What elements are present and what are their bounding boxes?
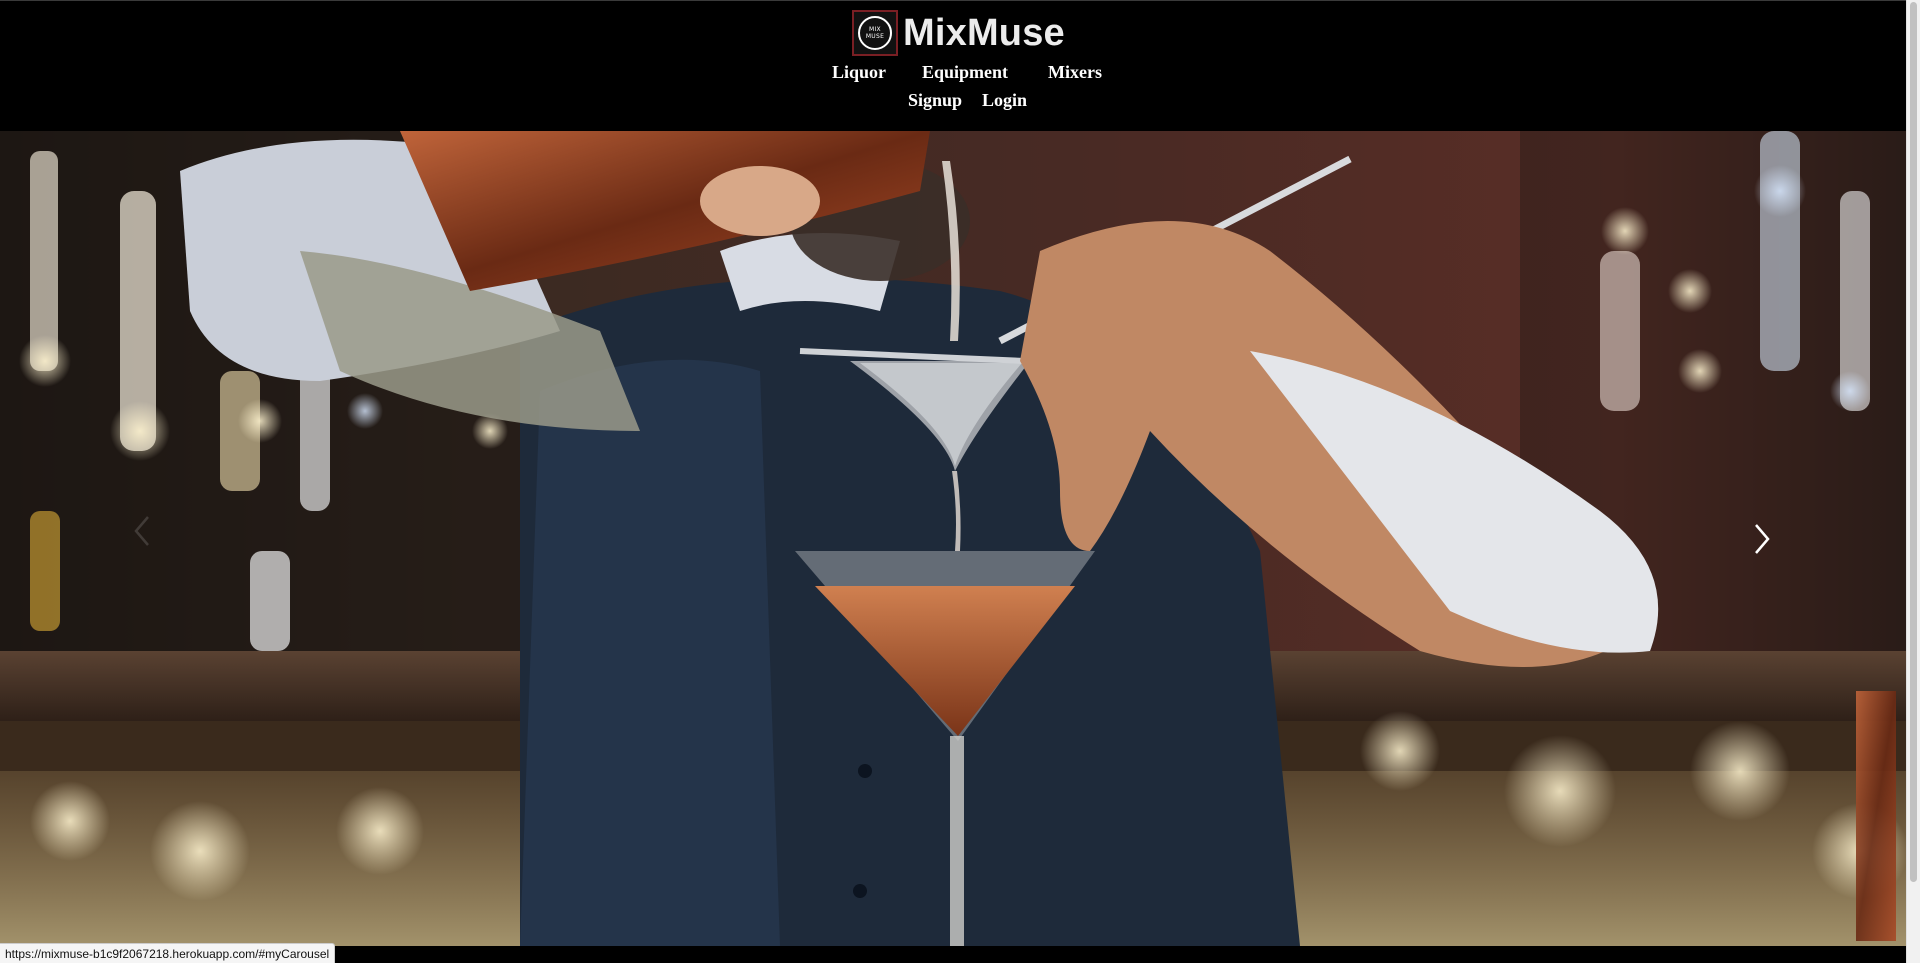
login-link[interactable]: Login: [982, 90, 1027, 111]
nav-mixers-link[interactable]: Mixers: [1048, 62, 1102, 83]
nav-equipment-link[interactable]: Equipment: [922, 62, 1008, 83]
status-bar-url: https://mixmuse-b1c9f2067218.herokuapp.c…: [0, 943, 336, 963]
page: MIX MUSE MixMuse Liquor Equipment Mixers…: [0, 0, 1920, 963]
brand-home-link[interactable]: MIX MUSE MixMuse: [852, 8, 1065, 58]
vertical-scrollbar[interactable]: [1906, 0, 1920, 963]
site-header: MIX MUSE MixMuse Liquor Equipment Mixers…: [0, 0, 1906, 131]
chevron-left-icon[interactable]: [130, 511, 154, 551]
bartender-pouring-cocktail-image: [0, 131, 1906, 946]
logo-text-mix: MIX: [869, 26, 881, 33]
brand-name: MixMuse: [903, 11, 1065, 54]
nav-liquor-link[interactable]: Liquor: [832, 62, 886, 83]
scrollbar-thumb[interactable]: [1910, 2, 1917, 882]
signup-link[interactable]: Signup: [908, 90, 962, 111]
logo-text-muse: MUSE: [865, 33, 885, 40]
mixmuse-logo: MIX MUSE: [852, 10, 898, 56]
hero-carousel: [0, 131, 1906, 946]
chevron-right-icon[interactable]: [1750, 519, 1774, 559]
logo-emblem: MIX MUSE: [858, 16, 892, 50]
